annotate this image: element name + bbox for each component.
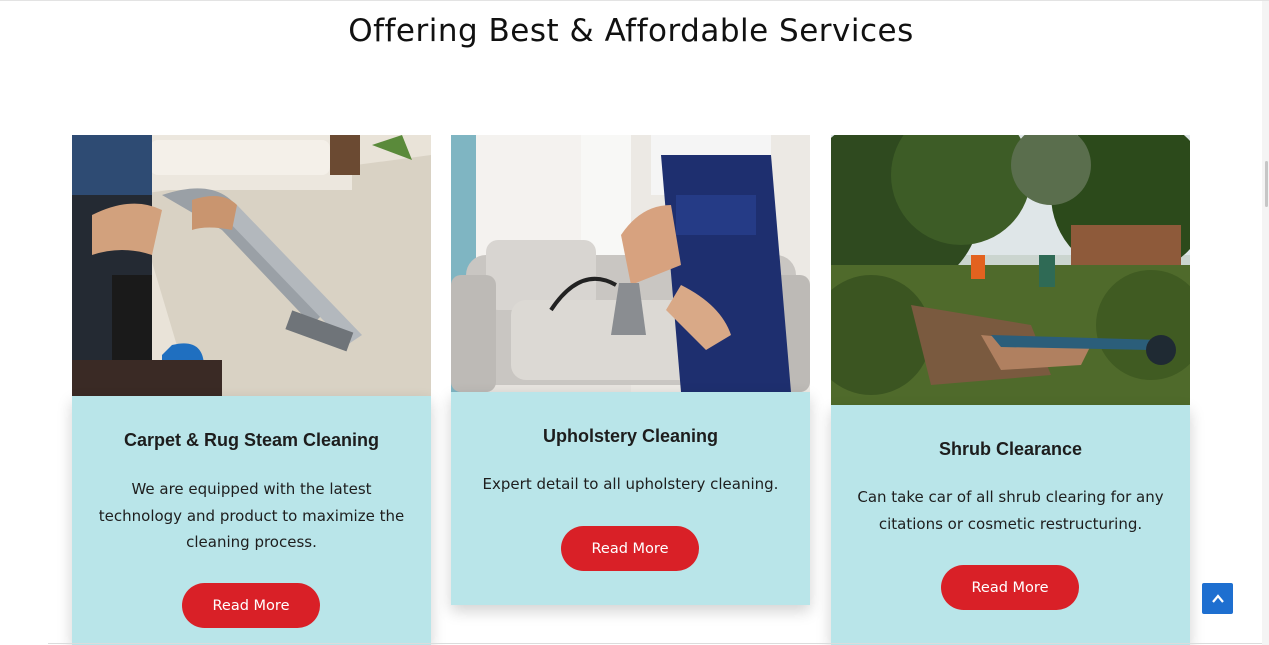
card-description: We are equipped with the latest technolo… — [98, 480, 405, 551]
page: Offering Best & Affordable Services Carp… — [0, 0, 1269, 645]
read-more-button[interactable]: Read More — [941, 565, 1079, 610]
scrollbar-thumb[interactable] — [1265, 161, 1268, 207]
carpet-steam-cleaning-photo — [72, 135, 431, 396]
scrollbar[interactable] — [1262, 1, 1269, 645]
card-title: Carpet & Rug Steam Cleaning — [123, 430, 380, 450]
service-card-body: Upholstery Cleaning Expert detail to all… — [451, 392, 810, 605]
divider — [48, 643, 1262, 644]
scroll-to-top-button[interactable] — [1202, 583, 1233, 614]
shrub-clearance-photo — [831, 135, 1190, 405]
section-title: Offering Best & Affordable Services — [348, 13, 914, 49]
card-description: Can take car of all shrub clearing for a… — [857, 488, 1164, 533]
read-more-button[interactable]: Read More — [182, 583, 320, 628]
card-description: Expert detail to all upholstery cleaning… — [482, 475, 779, 493]
chevron-up-icon — [1211, 593, 1224, 603]
service-card-body: Carpet & Rug Steam Cleaning We are equip… — [72, 396, 431, 645]
upholstery-cleaning-photo — [451, 135, 810, 392]
card-title: Shrub Clearance — [938, 439, 1083, 459]
read-more-button[interactable]: Read More — [561, 526, 699, 571]
card-title: Upholstery Cleaning — [542, 426, 719, 446]
service-card-body: Shrub Clearance Can take car of all shru… — [831, 405, 1190, 645]
